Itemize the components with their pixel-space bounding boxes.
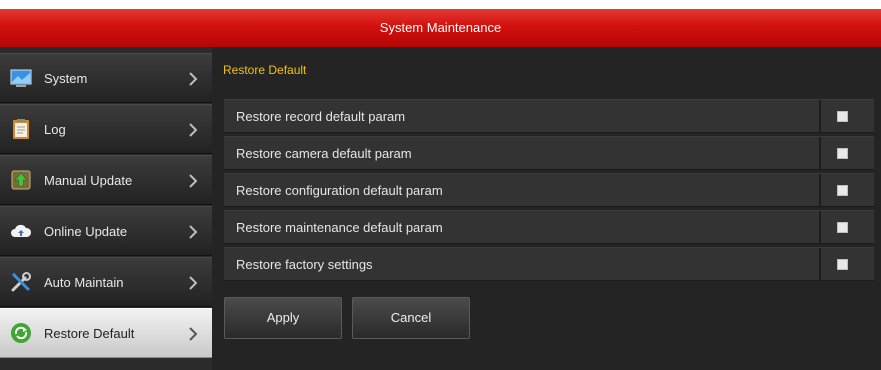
row-divider [819,174,821,206]
sidebar-item-label: Restore Default [44,326,135,341]
sidebar-item-label: System [44,71,88,86]
option-row-record: Restore record default param [224,99,874,133]
option-label: Restore maintenance default param [236,220,443,235]
option-row-camera: Restore camera default param [224,136,874,170]
section-title: Restore Default [223,63,307,77]
sidebar-item-log[interactable]: Log [0,104,212,154]
sidebar-item-label: Manual Update [44,173,133,188]
chevron-right-icon [186,71,200,87]
refresh-icon [10,322,32,344]
chevron-right-icon [186,326,200,342]
clipboard-icon [10,118,32,140]
restore-configuration-checkbox[interactable] [837,185,848,196]
restore-default-panel: Restore Default Restore record default p… [212,47,881,370]
row-divider [819,100,821,132]
option-label: Restore configuration default param [236,183,443,198]
sidebar-item-restore-default[interactable]: Restore Default [0,308,212,358]
sidebar-item-label: Auto Maintain [44,275,124,290]
cloud-icon [10,220,32,242]
sidebar-item-label: Log [44,122,66,137]
restore-factory-checkbox[interactable] [837,259,848,270]
restore-camera-checkbox[interactable] [837,148,848,159]
upload-icon [10,169,32,191]
monitor-icon [10,67,32,89]
cancel-button[interactable]: Cancel [352,297,470,339]
row-divider [819,211,821,243]
sidebar-item-online-update[interactable]: Online Update [0,206,212,256]
top-strip [0,0,881,9]
chevron-right-icon [186,122,200,138]
apply-button[interactable]: Apply [224,297,342,339]
chevron-right-icon [186,224,200,240]
sidebar-item-auto-maintain[interactable]: Auto Maintain [0,257,212,307]
sidebar: System Log Manual Update Online Update A… [0,47,212,370]
option-row-configuration: Restore configuration default param [224,173,874,207]
sidebar-item-system[interactable]: System [0,53,212,103]
chevron-right-icon [186,173,200,189]
option-label: Restore camera default param [236,146,412,161]
option-label: Restore record default param [236,109,406,124]
restore-record-checkbox[interactable] [837,111,848,122]
sidebar-item-label: Online Update [44,224,128,239]
chevron-right-icon [186,275,200,291]
row-divider [819,137,821,169]
window-title: System Maintenance [0,9,881,47]
sidebar-item-manual-update[interactable]: Manual Update [0,155,212,205]
option-row-maintenance: Restore maintenance default param [224,210,874,244]
restore-maintenance-checkbox[interactable] [837,222,848,233]
row-divider [819,248,821,280]
option-label: Restore factory settings [236,257,373,272]
tools-icon [10,271,32,293]
option-row-factory: Restore factory settings [224,247,874,281]
